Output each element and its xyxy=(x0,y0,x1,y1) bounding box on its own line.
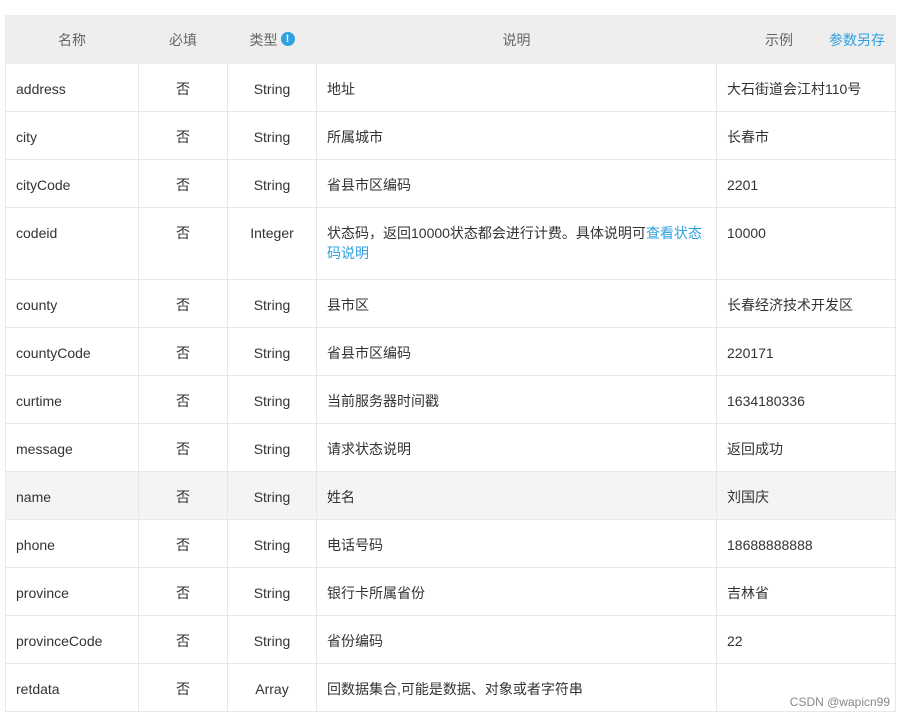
param-required: 否 xyxy=(138,471,228,520)
param-description: 省县市区编码 xyxy=(316,159,717,208)
param-description: 银行卡所属省份 xyxy=(316,567,717,616)
param-type: String xyxy=(227,471,317,520)
param-example: 10000 xyxy=(716,207,896,280)
param-required: 否 xyxy=(138,111,228,160)
param-example: 18688888888 xyxy=(716,519,896,568)
param-name: countyCode xyxy=(5,327,139,376)
table-row: city 否 String 所属城市 长春市 xyxy=(5,111,896,160)
table-row: countyCode 否 String 省县市区编码 220171 xyxy=(5,327,896,376)
param-example: 220171 xyxy=(716,327,896,376)
info-icon[interactable]: ! xyxy=(280,31,295,46)
param-required: 否 xyxy=(138,207,228,280)
param-required: 否 xyxy=(138,375,228,424)
param-type: String xyxy=(227,567,317,616)
header-type: 类型! xyxy=(227,15,317,64)
param-name: phone xyxy=(5,519,139,568)
param-type: Array xyxy=(227,663,317,712)
param-required: 否 xyxy=(138,423,228,472)
param-type: String xyxy=(227,279,317,328)
header-example: 示例 xyxy=(765,31,793,48)
param-required: 否 xyxy=(138,567,228,616)
param-type: String xyxy=(227,519,317,568)
param-type: String xyxy=(227,111,317,160)
param-name: curtime xyxy=(5,375,139,424)
table-row: curtime 否 String 当前服务器时间戳 1634180336 xyxy=(5,375,896,424)
param-required: 否 xyxy=(138,279,228,328)
table-row: provinceCode 否 String 省份编码 22 xyxy=(5,615,896,664)
param-type: Integer xyxy=(227,207,317,280)
param-name: name xyxy=(5,471,139,520)
param-type: String xyxy=(227,159,317,208)
param-example: 1634180336 xyxy=(716,375,896,424)
param-name: provinceCode xyxy=(5,615,139,664)
table-row: cityCode 否 String 省县市区编码 2201 xyxy=(5,159,896,208)
param-required: 否 xyxy=(138,159,228,208)
header-description: 说明 xyxy=(316,15,717,64)
param-name: city xyxy=(5,111,139,160)
param-example: 22 xyxy=(716,615,896,664)
param-required: 否 xyxy=(138,327,228,376)
param-required: 否 xyxy=(138,663,228,712)
param-name: codeid xyxy=(5,207,139,280)
param-description: 县市区 xyxy=(316,279,717,328)
header-required: 必填 xyxy=(138,15,228,64)
param-name: cityCode xyxy=(5,159,139,208)
table-row: address 否 String 地址 大石街道会江村110号 xyxy=(5,63,896,112)
param-example: 大石街道会江村110号 xyxy=(716,63,896,112)
header-example-cell: 示例 参数另存 xyxy=(716,15,896,64)
param-description: 所属城市 xyxy=(316,111,717,160)
table-row: retdata 否 Array 回数据集合,可能是数据、对象或者字符串 xyxy=(5,663,896,712)
param-type: String xyxy=(227,327,317,376)
table-row: county 否 String 县市区 长春经济技术开发区 xyxy=(5,279,896,328)
param-description: 省份编码 xyxy=(316,615,717,664)
param-example: 吉林省 xyxy=(716,567,896,616)
save-params-link[interactable]: 参数另存 xyxy=(829,30,885,50)
param-type: String xyxy=(227,615,317,664)
param-description: 电话号码 xyxy=(316,519,717,568)
table-row: phone 否 String 电话号码 18688888888 xyxy=(5,519,896,568)
param-description: 地址 xyxy=(316,63,717,112)
param-description: 姓名 xyxy=(316,471,717,520)
table-row-highlighted: name 否 String 姓名 刘国庆 xyxy=(5,471,896,520)
param-required: 否 xyxy=(138,519,228,568)
param-type: String xyxy=(227,375,317,424)
param-description: 当前服务器时间戳 xyxy=(316,375,717,424)
param-description: 请求状态说明 xyxy=(316,423,717,472)
param-name: province xyxy=(5,567,139,616)
param-example: 2201 xyxy=(716,159,896,208)
params-table: 名称 必填 类型! 说明 示例 参数另存 address 否 String 地址… xyxy=(5,15,896,712)
param-example: 返回成功 xyxy=(716,423,896,472)
param-example: 长春经济技术开发区 xyxy=(716,279,896,328)
param-description: 状态码，返回10000状态都会进行计费。具体说明可查看状态码说明 xyxy=(316,207,717,280)
param-required: 否 xyxy=(138,615,228,664)
header-type-label: 类型 xyxy=(249,31,278,48)
param-name: message xyxy=(5,423,139,472)
param-description: 省县市区编码 xyxy=(316,327,717,376)
param-name: county xyxy=(5,279,139,328)
param-required: 否 xyxy=(138,63,228,112)
param-description-text: 状态码，返回10000状态都会进行计费。具体说明可 xyxy=(327,225,646,241)
param-type: String xyxy=(227,423,317,472)
param-example: 刘国庆 xyxy=(716,471,896,520)
table-row: message 否 String 请求状态说明 返回成功 xyxy=(5,423,896,472)
header-name: 名称 xyxy=(5,15,139,64)
table-header-row: 名称 必填 类型! 说明 示例 参数另存 xyxy=(5,15,896,64)
table-row: codeid 否 Integer 状态码，返回10000状态都会进行计费。具体说… xyxy=(5,207,896,280)
param-type: String xyxy=(227,63,317,112)
param-example: 长春市 xyxy=(716,111,896,160)
param-description: 回数据集合,可能是数据、对象或者字符串 xyxy=(316,663,717,712)
param-name: retdata xyxy=(5,663,139,712)
watermark: CSDN @wapicn99 xyxy=(789,695,890,709)
table-row: province 否 String 银行卡所属省份 吉林省 xyxy=(5,567,896,616)
param-name: address xyxy=(5,63,139,112)
